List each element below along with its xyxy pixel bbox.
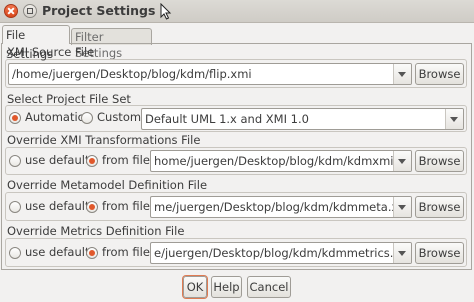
metrics-path: e/juergen/Desktop/blog/kdm/kdmmetrics.xm… (154, 246, 412, 260)
xmi-source-combo[interactable]: /home/juergen/Desktop/blog/kdm/flip.xmi (8, 63, 412, 85)
metamodel-combo[interactable]: me/juergen/Desktop/blog/kdm/kdmmeta.xml (150, 196, 412, 218)
close-icon[interactable] (4, 4, 18, 18)
metamodel-browse-button[interactable]: Browse (415, 196, 464, 218)
dropdown-arrow-icon[interactable] (393, 151, 411, 171)
help-button[interactable]: Help (211, 276, 242, 298)
custom-radio[interactable] (81, 112, 93, 124)
xmi-transformations-combo[interactable]: home/juergen/Desktop/blog/kdm/kdmxmi.xml (150, 150, 412, 172)
tab-file-settings[interactable]: File Settings (2, 25, 70, 61)
xmi-transformations-from-file-label[interactable]: from file: (102, 153, 154, 167)
custom-label[interactable]: Custom: (97, 110, 145, 124)
metrics-use-default-radio[interactable] (9, 247, 21, 259)
dropdown-arrow-icon[interactable] (445, 109, 463, 129)
metamodel-path: me/juergen/Desktop/blog/kdm/kdmmeta.xml (154, 200, 412, 214)
metrics-browse-button[interactable]: Browse (415, 242, 464, 264)
restore-icon[interactable] (23, 4, 37, 18)
file-set-value: Default UML 1.x and XMI 1.0 (145, 112, 309, 126)
project-file-set-group-label: Select Project File Set (7, 92, 131, 106)
metrics-use-default-label[interactable]: use default (25, 245, 89, 259)
automatic-label[interactable]: Automatic (25, 110, 84, 124)
automatic-radio[interactable] (9, 112, 21, 124)
metamodel-from-file-label[interactable]: from file: (102, 199, 154, 213)
metrics-from-file-label[interactable]: from file: (102, 245, 154, 259)
window-title: Project Settings (42, 3, 156, 18)
dropdown-arrow-icon[interactable] (393, 64, 411, 84)
dropdown-arrow-icon[interactable] (393, 243, 411, 263)
mouse-pointer-icon (160, 3, 172, 20)
cancel-button[interactable]: Cancel (247, 276, 291, 298)
metamodel-use-default-radio[interactable] (9, 201, 21, 213)
metamodel-group-label: Override Metamodel Definition File (7, 178, 208, 192)
xmi-source-path: /home/juergen/Desktop/blog/kdm/flip.xmi (12, 67, 252, 81)
xmi-transformations-group-label: Override XMI Transformations File (7, 133, 201, 147)
xmi-transformations-use-default-label[interactable]: use default (25, 153, 89, 167)
metamodel-use-default-label[interactable]: use default (25, 199, 89, 213)
xmi-transformations-use-default-radio[interactable] (9, 155, 21, 167)
metrics-group-label: Override Metrics Definition File (7, 224, 185, 238)
metrics-from-file-radio[interactable] (86, 247, 98, 259)
xmi-source-browse-button[interactable]: Browse (415, 63, 464, 85)
xmi-transformations-path: home/juergen/Desktop/blog/kdm/kdmxmi.xml (154, 154, 412, 168)
dropdown-arrow-icon[interactable] (393, 197, 411, 217)
xmi-transformations-browse-button[interactable]: Browse (415, 150, 464, 172)
ok-button[interactable]: OK (183, 276, 207, 298)
metamodel-from-file-radio[interactable] (86, 201, 98, 213)
file-set-combo[interactable]: Default UML 1.x and XMI 1.0 (141, 108, 464, 130)
title-bar: Project Settings (0, 0, 474, 23)
xmi-transformations-from-file-radio[interactable] (86, 155, 98, 167)
metrics-combo[interactable]: e/juergen/Desktop/blog/kdm/kdmmetrics.xm… (150, 242, 412, 264)
